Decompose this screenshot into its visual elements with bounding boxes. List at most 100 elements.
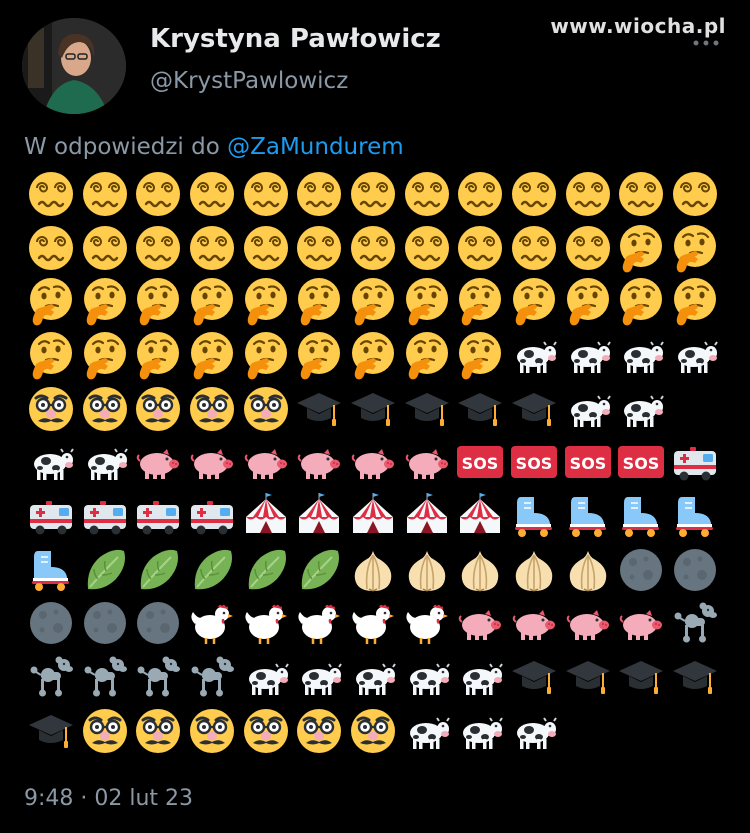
onion-emoji-icon — [507, 543, 561, 597]
dizzy-face-emoji-icon — [292, 167, 346, 221]
cow-emoji-icon — [24, 435, 78, 489]
emoji-grid: SOS SOS SOS SOS — [24, 167, 724, 769]
sos-emoji-icon: SOS — [507, 435, 561, 489]
graduation-cap-emoji-icon — [507, 650, 561, 704]
ambulance-emoji-icon — [131, 489, 185, 543]
roller-skate-emoji-icon — [615, 489, 669, 543]
graduation-cap-emoji-icon — [346, 382, 400, 436]
new-moon-emoji-icon — [78, 597, 132, 651]
cow-emoji-icon — [507, 704, 561, 758]
emoji-row — [24, 489, 724, 543]
pig-emoji-icon — [561, 597, 615, 651]
thinking-face-emoji-icon — [185, 274, 239, 328]
disguised-face-emoji-icon — [346, 704, 400, 758]
pig-emoji-icon — [615, 597, 669, 651]
cow-emoji-icon — [615, 382, 669, 436]
leafy-green-emoji-icon — [292, 543, 346, 597]
thinking-face-emoji-icon — [507, 274, 561, 328]
poodle-emoji-icon — [131, 650, 185, 704]
cow-emoji-icon — [78, 435, 132, 489]
roller-skate-emoji-icon — [668, 489, 722, 543]
reply-context: W odpowiedzi do @ZaMundurem — [24, 134, 404, 160]
circus-tent-emoji-icon — [292, 489, 346, 543]
cow-emoji-icon — [239, 650, 293, 704]
chicken-emoji-icon — [239, 597, 293, 651]
thinking-face-emoji-icon — [78, 328, 132, 382]
emoji-row — [24, 167, 724, 221]
cow-emoji-icon — [561, 382, 615, 436]
dizzy-face-emoji-icon — [78, 167, 132, 221]
chicken-emoji-icon — [346, 597, 400, 651]
emoji-row — [24, 382, 724, 436]
dizzy-face-emoji-icon — [400, 167, 454, 221]
cow-emoji-icon — [454, 704, 508, 758]
cow-emoji-icon — [400, 704, 454, 758]
svg-text:SOS: SOS — [569, 454, 606, 473]
thinking-face-emoji-icon — [131, 274, 185, 328]
disguised-face-emoji-icon — [239, 704, 293, 758]
disguised-face-emoji-icon — [185, 382, 239, 436]
dizzy-face-emoji-icon — [346, 167, 400, 221]
chicken-emoji-icon — [400, 597, 454, 651]
onion-emoji-icon — [454, 543, 508, 597]
tweet-timestamp[interactable]: 9:48 · 02 lut 23 — [24, 786, 193, 811]
pig-emoji-icon — [454, 597, 508, 651]
thinking-face-emoji-icon — [292, 274, 346, 328]
dizzy-face-emoji-icon — [24, 167, 78, 221]
svg-text:SOS: SOS — [516, 454, 553, 473]
roller-skate-emoji-icon — [561, 489, 615, 543]
poodle-emoji-icon — [185, 650, 239, 704]
dizzy-face-emoji-icon — [239, 221, 293, 275]
dizzy-face-emoji-icon — [668, 167, 722, 221]
svg-text:SOS: SOS — [623, 454, 660, 473]
emoji-row — [24, 543, 724, 597]
onion-emoji-icon — [346, 543, 400, 597]
thinking-face-emoji-icon — [454, 328, 508, 382]
new-moon-emoji-icon — [24, 597, 78, 651]
cow-emoji-icon — [507, 328, 561, 382]
roller-skate-emoji-icon — [24, 543, 78, 597]
circus-tent-emoji-icon — [400, 489, 454, 543]
thinking-face-emoji-icon — [239, 328, 293, 382]
pig-emoji-icon — [185, 435, 239, 489]
thinking-face-emoji-icon — [346, 328, 400, 382]
avatar[interactable] — [22, 18, 126, 114]
sos-emoji-icon: SOS — [454, 435, 508, 489]
dizzy-face-emoji-icon — [185, 167, 239, 221]
thinking-face-emoji-icon — [561, 274, 615, 328]
dizzy-face-emoji-icon — [454, 167, 508, 221]
sos-emoji-icon: SOS — [561, 435, 615, 489]
emoji-row — [24, 650, 724, 704]
leafy-green-emoji-icon — [78, 543, 132, 597]
emoji-row — [24, 704, 724, 758]
dizzy-face-emoji-icon — [185, 221, 239, 275]
thinking-face-emoji-icon — [24, 274, 78, 328]
graduation-cap-emoji-icon — [507, 382, 561, 436]
more-options-button[interactable] — [686, 28, 726, 58]
pig-emoji-icon — [131, 435, 185, 489]
disguised-face-emoji-icon — [78, 382, 132, 436]
leafy-green-emoji-icon — [185, 543, 239, 597]
graduation-cap-emoji-icon — [615, 650, 669, 704]
circus-tent-emoji-icon — [454, 489, 508, 543]
pig-emoji-icon — [400, 435, 454, 489]
graduation-cap-emoji-icon — [561, 650, 615, 704]
poodle-emoji-icon — [668, 597, 722, 651]
emoji-row — [24, 597, 724, 651]
author-handle[interactable]: @KrystPawlowicz — [150, 68, 348, 94]
dizzy-face-emoji-icon — [507, 221, 561, 275]
graduation-cap-emoji-icon — [24, 704, 78, 758]
thinking-face-emoji-icon — [346, 274, 400, 328]
thinking-face-emoji-icon — [668, 274, 722, 328]
chicken-emoji-icon — [292, 597, 346, 651]
circus-tent-emoji-icon — [346, 489, 400, 543]
reply-prefix: W odpowiedzi do — [24, 134, 228, 160]
author-display-name[interactable]: Krystyna Pawłowicz — [150, 24, 441, 54]
thinking-face-emoji-icon — [78, 274, 132, 328]
sos-emoji-icon: SOS — [615, 435, 669, 489]
reply-mention-link[interactable]: @ZaMundurem — [227, 134, 404, 160]
dizzy-face-emoji-icon — [346, 221, 400, 275]
disguised-face-emoji-icon — [131, 704, 185, 758]
dizzy-face-emoji-icon — [615, 167, 669, 221]
dizzy-face-emoji-icon — [561, 221, 615, 275]
